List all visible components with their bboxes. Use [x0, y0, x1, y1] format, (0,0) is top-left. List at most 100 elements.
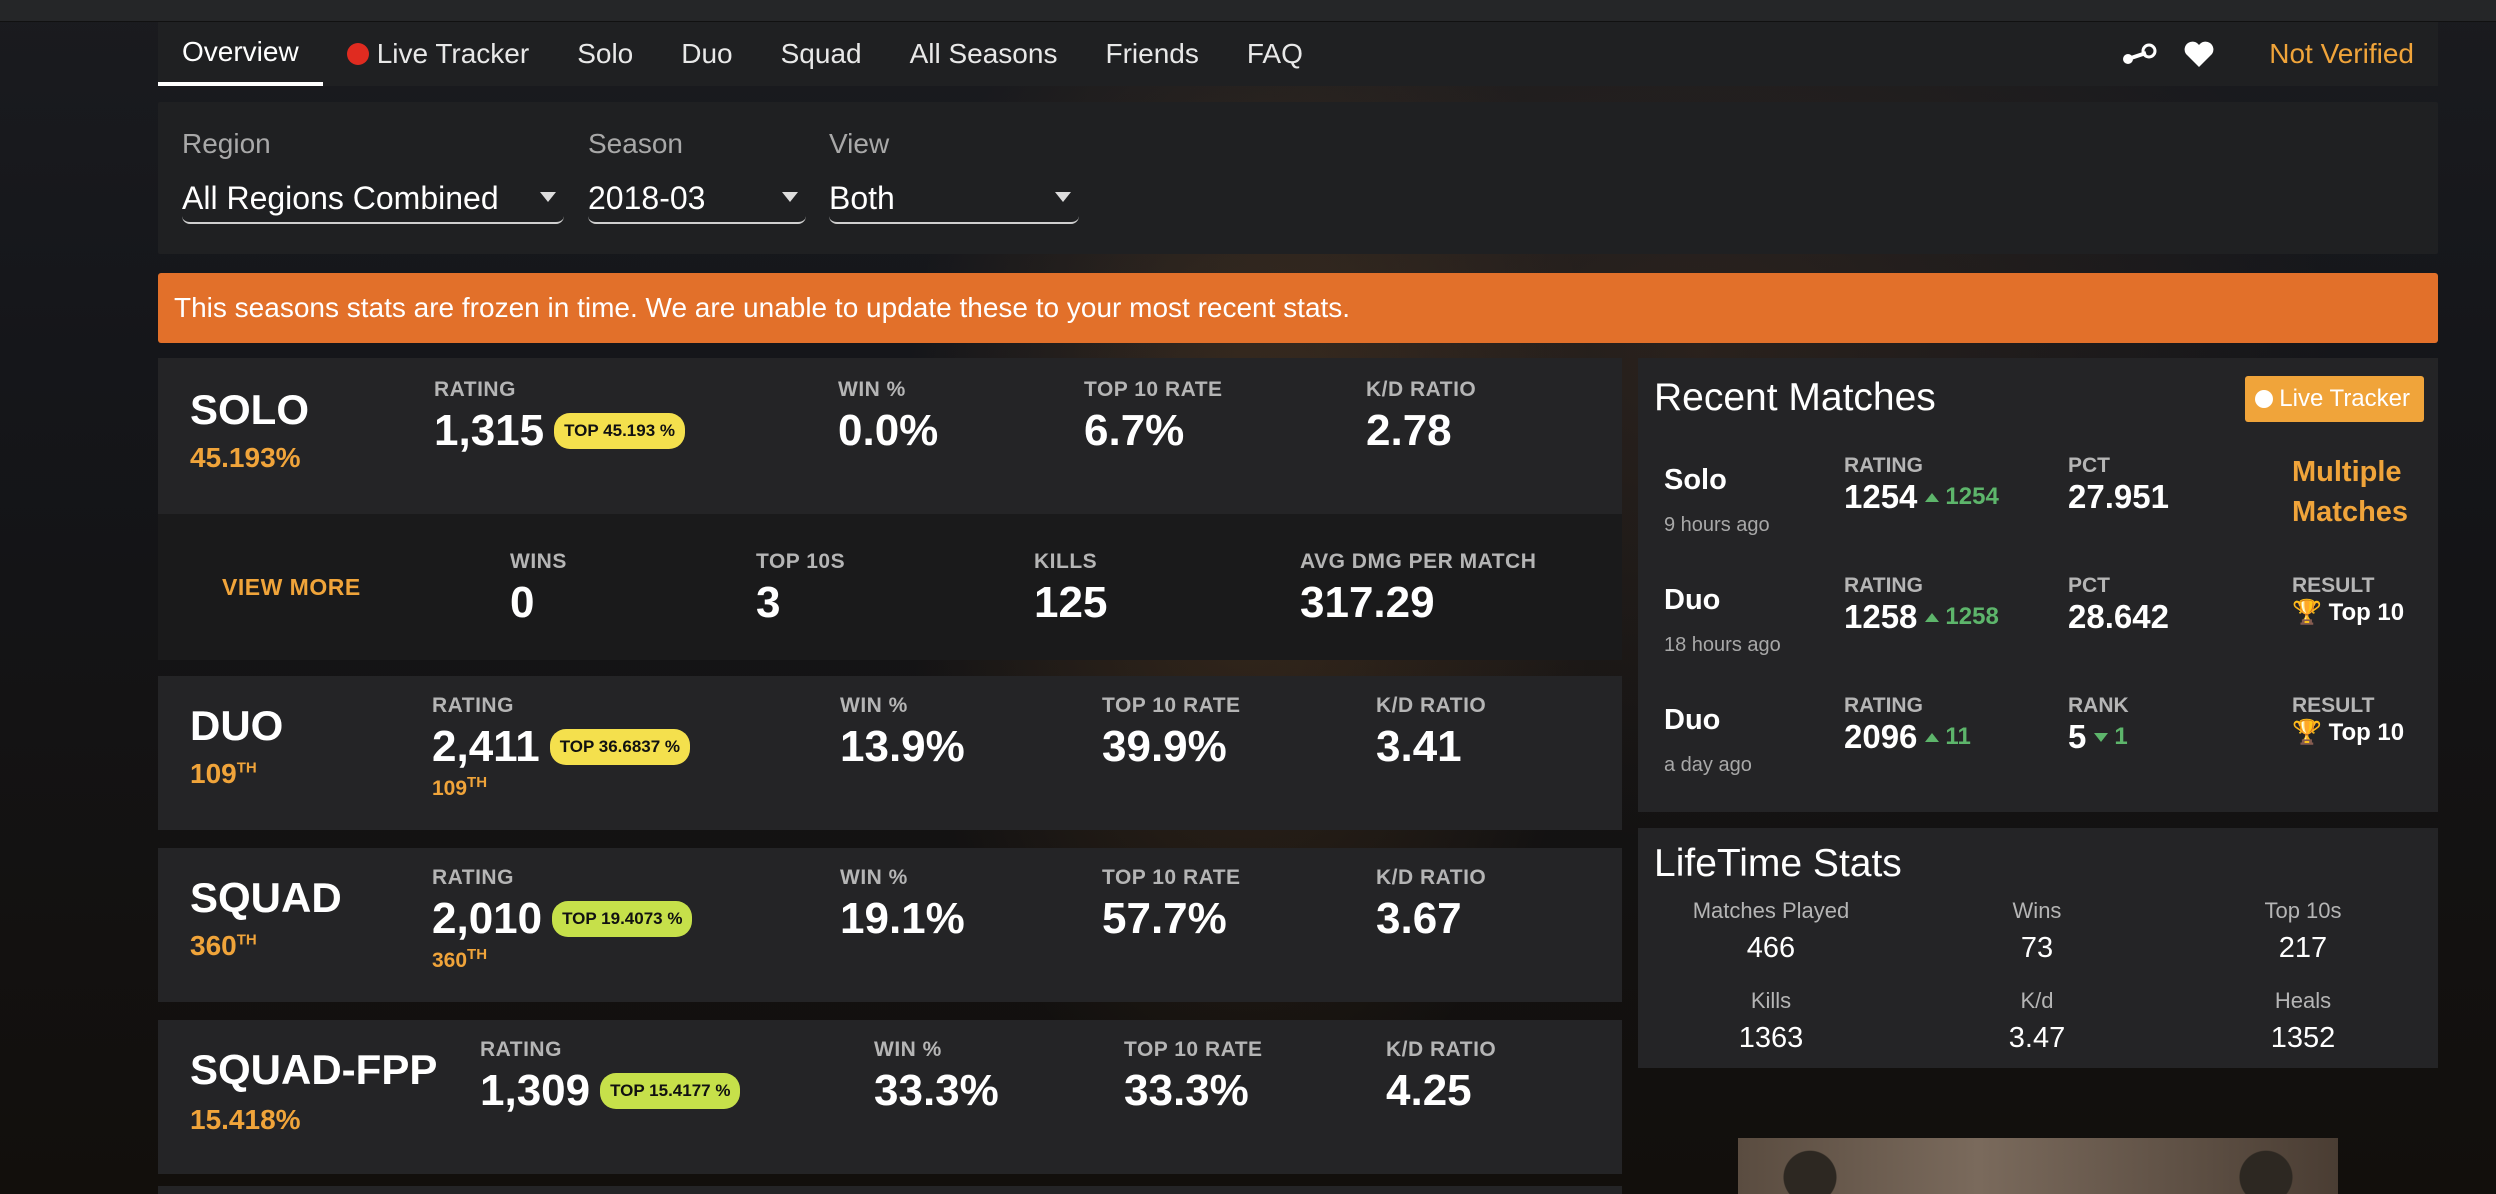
heart-icon[interactable]: [2169, 22, 2229, 86]
rating-stat: RATING 1,315 TOP 45.193 %: [434, 378, 685, 456]
arrow-up-icon: [1925, 732, 1940, 742]
match-result: RESULT 🏆 Top 10: [2292, 694, 2405, 746]
mode-card-squad: SQUAD 360TH RATING 2,010 TOP 19.4073 % 36…: [158, 848, 1622, 1002]
steam-icon[interactable]: [2109, 22, 2169, 86]
live-dot-icon: [2255, 390, 2274, 408]
arrow-down-icon: [2094, 732, 2109, 742]
view-value: Both: [829, 179, 895, 216]
avg-dmg-stat: AVG DMG PER MATCH 317.29: [1300, 550, 1537, 627]
top-percent-badge: TOP 15.4177 %: [600, 1073, 741, 1109]
tab-squad[interactable]: Squad: [757, 22, 886, 86]
match-row[interactable]: Duo 18 hours ago RATING 1258 1258 PCT 28.…: [1638, 574, 2438, 698]
view-select[interactable]: Both: [829, 174, 1079, 224]
lifetime-stats-title: LifeTime Stats: [1654, 842, 1902, 885]
top-percent-badge: TOP 36.6837 %: [549, 729, 691, 765]
top10s-stat: TOP 10S 3: [756, 550, 846, 627]
season-value: 2018-03: [588, 179, 706, 216]
frozen-stats-banner: This seasons stats are frozen in time. W…: [158, 273, 2438, 343]
mode-name: SQUAD-FPP: [190, 1046, 438, 1093]
solo-details-band: VIEW MORE WINS 0 TOP 10S 3 KILLS 125 AVG…: [158, 514, 1622, 660]
mode-rank: 45.193%: [190, 442, 301, 473]
match-row[interactable]: Solo 9 hours ago RATING 1254 1254 PCT 27.…: [1638, 454, 2438, 578]
trophy-icon: 🏆: [2292, 599, 2322, 626]
tab-all-seasons[interactable]: All Seasons: [886, 22, 1082, 86]
tab-solo[interactable]: Solo: [553, 22, 657, 86]
mode-name: SQUAD: [190, 874, 342, 921]
filters-panel: Region All Regions Combined Season 2018-…: [158, 102, 2438, 254]
win-stat: WIN % 33.3%: [874, 1038, 999, 1115]
rating-up: 1258: [1925, 603, 1999, 631]
match-result: RESULT 🏆 Top 10: [2292, 574, 2405, 626]
tab-live-tracker[interactable]: Live Tracker: [323, 22, 554, 86]
chevron-down-icon: [1055, 192, 1071, 202]
arrow-up-icon: [1925, 492, 1940, 502]
region-label: Region: [182, 128, 271, 159]
mode-rank: 15.418%: [190, 1104, 301, 1135]
rating-stat: RATING 2,010 TOP 19.4073 % 360TH: [432, 866, 693, 973]
rating-stat: RATING 2,411 TOP 36.6837 % 109TH: [432, 694, 691, 801]
match-row[interactable]: Duo a day ago RATING 2096 11 RANK 51 RESU…: [1638, 694, 2438, 818]
kd-ratio-stat: K/D RATIO 3.67: [1376, 866, 1487, 943]
mode-card-squad-fpp: SQUAD-FPP 15.418% RATING 1,309 TOP 15.417…: [158, 1020, 1622, 1174]
match-rating: RATING 2096 11: [1844, 694, 1971, 755]
tab-faq[interactable]: FAQ: [1223, 22, 1327, 86]
mode-name: DUO: [190, 702, 284, 749]
top-strip: [0, 0, 2496, 22]
rating-rank: 109TH: [432, 774, 488, 800]
ad-image-overlay: [1738, 1138, 2338, 1194]
kills-stat: KILLS 125: [1034, 550, 1108, 627]
not-verified-link[interactable]: Not Verified: [2229, 38, 2438, 70]
rating-stat: RATING 1,309 TOP 15.4177 %: [480, 1038, 741, 1116]
trophy-icon: 🏆: [2292, 719, 2322, 746]
top10-rate-stat: TOP 10 RATE 57.7%: [1102, 866, 1241, 943]
season-filter: Season 2018-03: [588, 128, 806, 224]
nav-right: Not Verified: [2109, 22, 2438, 86]
region-filter: Region All Regions Combined: [182, 128, 564, 224]
view-filter: View Both: [829, 128, 1079, 224]
rating-rank: 360TH: [432, 946, 488, 972]
match-pct: PCT 27.951: [2068, 454, 2169, 515]
season-select[interactable]: 2018-03: [588, 174, 806, 224]
match-rating: RATING 1258 1258: [1844, 574, 1999, 635]
chevron-down-icon: [540, 192, 556, 202]
mode-name: SOLO: [190, 386, 310, 433]
top-percent-badge: TOP 19.4073 %: [552, 901, 693, 937]
win-stat: WIN % 19.1%: [840, 866, 965, 943]
top10-rate-stat: TOP 10 RATE 39.9%: [1102, 694, 1241, 771]
tab-duo[interactable]: Duo: [657, 22, 756, 86]
match-rating: RATING 1254 1254: [1844, 454, 1999, 515]
mode-card-duo: DUO 109TH RATING 2,411 TOP 36.6837 % 109T…: [158, 676, 1622, 830]
region-value: All Regions Combined: [182, 179, 499, 216]
live-dot-icon: [346, 43, 369, 65]
recent-matches-panel: Recent Matches Live Tracker Solo 9 hours…: [1638, 358, 2438, 812]
main-nav: Overview Live Tracker Solo Duo Squad All…: [158, 22, 2438, 86]
rating-up: 11: [1925, 723, 1971, 751]
chevron-down-icon: [782, 192, 798, 202]
kd-ratio-stat: K/D RATIO 2.78: [1366, 378, 1477, 455]
view-more-link[interactable]: VIEW MORE: [222, 574, 361, 601]
tab-overview[interactable]: Overview: [158, 22, 323, 86]
win-stat: WIN % 0.0%: [838, 378, 939, 455]
view-label: View: [829, 128, 890, 159]
lifetime-stats-panel: LifeTime Stats Matches Played 466 Wins 7…: [1638, 828, 2438, 1068]
match-pct: PCT 28.642: [2068, 574, 2169, 635]
mode-rank: 109TH: [190, 758, 257, 789]
tab-friends[interactable]: Friends: [1081, 22, 1222, 86]
top10-rate-stat: TOP 10 RATE 33.3%: [1124, 1038, 1263, 1115]
lifetime-stat: Top 10s 217: [2264, 898, 2342, 964]
next-card-edge: [158, 1186, 1622, 1194]
mode-card-solo: SOLO 45.193% RATING 1,315 TOP 45.193 % WI…: [158, 358, 1622, 514]
top10-rate-stat: TOP 10 RATE 6.7%: [1084, 378, 1223, 455]
wins-stat: WINS 0: [510, 550, 567, 627]
mode-rank: 360TH: [190, 930, 257, 961]
lifetime-stat: Wins 73: [2012, 898, 2062, 964]
live-tracker-button[interactable]: Live Tracker: [2245, 376, 2424, 422]
region-select[interactable]: All Regions Combined: [182, 174, 564, 224]
match-rank: RANK 51: [2068, 694, 2129, 755]
kd-ratio-stat: K/D RATIO 4.25: [1386, 1038, 1497, 1115]
multiple-matches-label: Multiple Matches: [2292, 456, 2409, 528]
season-label: Season: [588, 128, 683, 159]
kd-ratio-stat: K/D RATIO 3.41: [1376, 694, 1487, 771]
rating-up: 1254: [1925, 483, 1999, 511]
lifetime-stat: Matches Played 466: [1692, 898, 1850, 964]
